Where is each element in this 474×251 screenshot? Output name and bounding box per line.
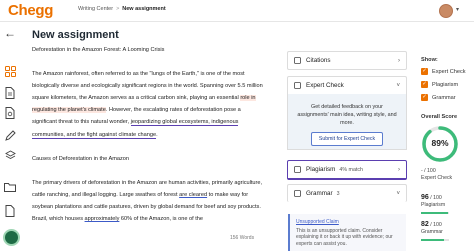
grammar-icon bbox=[294, 190, 301, 197]
overall-score-title: Overall Score bbox=[421, 114, 458, 120]
grammar-score-bar bbox=[421, 239, 449, 241]
checkbox-checked-icon[interactable]: ✓ bbox=[421, 94, 428, 101]
expert-check-label: Expert Check bbox=[306, 82, 344, 89]
expert-check-score-label: Expert Check bbox=[421, 175, 453, 181]
checkbox-checked-icon[interactable]: ✓ bbox=[421, 68, 428, 75]
paragraph-text: 60% of the Amazon, is one of the bbox=[119, 216, 204, 223]
grammar-score: 82 / 100 Grammar bbox=[421, 221, 443, 236]
search-doc-icon[interactable] bbox=[3, 106, 17, 120]
expert-check-score-value: - / 100 bbox=[421, 168, 436, 174]
folder-icon[interactable] bbox=[3, 180, 17, 194]
overall-score-value: 89% bbox=[431, 138, 449, 148]
grammar-flag-phrase[interactable]: approximately bbox=[85, 216, 120, 222]
show-expert-check-toggle[interactable]: ✓ Expert Check bbox=[421, 68, 466, 75]
grammar-score-total: / 100 bbox=[428, 222, 442, 228]
grammar-suggestion-card[interactable]: Unsupported Claim This is an unsupported… bbox=[288, 214, 406, 251]
document-editor[interactable]: Deforestation in the Amazon Forest: A Lo… bbox=[32, 44, 266, 237]
paragraph-text: The Amazon rainforest, often referred to… bbox=[32, 71, 263, 102]
expert-check-body: Get detailed feedback on your assignment… bbox=[287, 94, 407, 150]
show-item-label: Plagiarism bbox=[432, 81, 459, 88]
grammar-count: 3 bbox=[336, 190, 340, 197]
grammar-score-value: 82 bbox=[421, 221, 429, 228]
chevron-down-icon: ˅ bbox=[396, 190, 400, 197]
unsupported-claim-label: Unsupported Claim bbox=[296, 219, 339, 225]
plagiarism-icon bbox=[294, 166, 301, 173]
chevron-right-icon: › bbox=[398, 57, 400, 64]
chevron-right-icon: › bbox=[398, 166, 400, 173]
chevron-down-icon: ˅ bbox=[396, 82, 400, 89]
grammar-suggestion-text: This is an unsupported claim. Consider e… bbox=[296, 227, 393, 247]
show-item-label: Grammar bbox=[432, 94, 456, 101]
word-count: 156 Words bbox=[230, 235, 255, 241]
top-bar: Chegg Writing Center > New assignment ▾ bbox=[0, 0, 474, 22]
show-filter-title: Show: bbox=[421, 57, 438, 63]
submit-expert-check-button[interactable]: Submit for Expert Check bbox=[310, 132, 384, 146]
page-icon[interactable] bbox=[3, 204, 17, 218]
plagiarism-match: 4% match bbox=[339, 166, 363, 173]
plagiarism-score-bar bbox=[421, 212, 449, 214]
plagiarism-score-value: 96 bbox=[421, 194, 429, 201]
grammar-score-label: Grammar bbox=[421, 229, 443, 235]
chegg-logo[interactable]: Chegg bbox=[8, 2, 53, 19]
expert-check-score: - / 100 Expert Check bbox=[421, 168, 452, 182]
breadcrumb: Writing Center > New assignment bbox=[78, 6, 166, 12]
grammar-panel[interactable]: Grammar 3 ˅ bbox=[287, 184, 407, 202]
left-rail bbox=[0, 58, 22, 251]
plagiarism-label: Plagiarism bbox=[306, 166, 336, 173]
page-title[interactable]: New assignment bbox=[32, 29, 119, 41]
avatar[interactable] bbox=[439, 4, 453, 18]
plagiarism-score: 96 / 100 Plagiarism bbox=[421, 194, 445, 209]
paragraph-intro[interactable]: The Amazon rainforest, often referred to… bbox=[32, 68, 266, 141]
expert-check-description: Get detailed feedback on your assignment… bbox=[297, 104, 397, 126]
breadcrumb-separator: > bbox=[116, 6, 120, 12]
expert-icon bbox=[294, 82, 301, 89]
grammar-score-fill bbox=[421, 239, 444, 241]
checkbox-checked-icon[interactable]: ✓ bbox=[421, 81, 428, 88]
plagiarism-score-label: Plagiarism bbox=[421, 202, 446, 208]
layers-icon[interactable] bbox=[3, 148, 17, 162]
paragraph-causes[interactable]: The primary drivers of deforestation in … bbox=[32, 177, 266, 225]
show-plagiarism-toggle[interactable]: ✓ Plagiarism bbox=[421, 81, 458, 88]
breadcrumb-current: New assignment bbox=[122, 6, 166, 12]
back-arrow-icon[interactable]: ← bbox=[4, 26, 16, 40]
breadcrumb-writing-center[interactable]: Writing Center bbox=[78, 6, 113, 12]
chevron-down-icon[interactable]: ▾ bbox=[456, 6, 459, 13]
plagiarism-panel[interactable]: Plagiarism 4% match › bbox=[287, 160, 407, 180]
citations-label: Citations bbox=[306, 57, 331, 64]
heading-title[interactable]: Deforestation in the Amazon Forest: A Lo… bbox=[32, 44, 266, 56]
show-grammar-toggle[interactable]: ✓ Grammar bbox=[421, 94, 456, 101]
show-item-label: Expert Check bbox=[432, 68, 466, 75]
heading-causes[interactable]: Causes of Deforestation in the Amazon bbox=[32, 153, 266, 165]
citations-panel[interactable]: Citations › bbox=[287, 51, 407, 70]
grammar-flag-phrase[interactable]: are cleared bbox=[179, 192, 207, 198]
paragraph-text: . bbox=[156, 131, 158, 138]
grammar-label: Grammar bbox=[306, 190, 333, 197]
plagiarism-score-total: / 100 bbox=[428, 195, 442, 201]
grid-icon[interactable] bbox=[3, 64, 17, 78]
edit-icon[interactable] bbox=[3, 128, 17, 142]
quote-icon bbox=[294, 57, 301, 64]
help-fab-button[interactable] bbox=[3, 229, 20, 246]
plagiarism-score-fill bbox=[421, 212, 448, 214]
file-icon[interactable] bbox=[3, 86, 17, 100]
expert-check-panel[interactable]: Expert Check ˅ bbox=[287, 76, 407, 94]
